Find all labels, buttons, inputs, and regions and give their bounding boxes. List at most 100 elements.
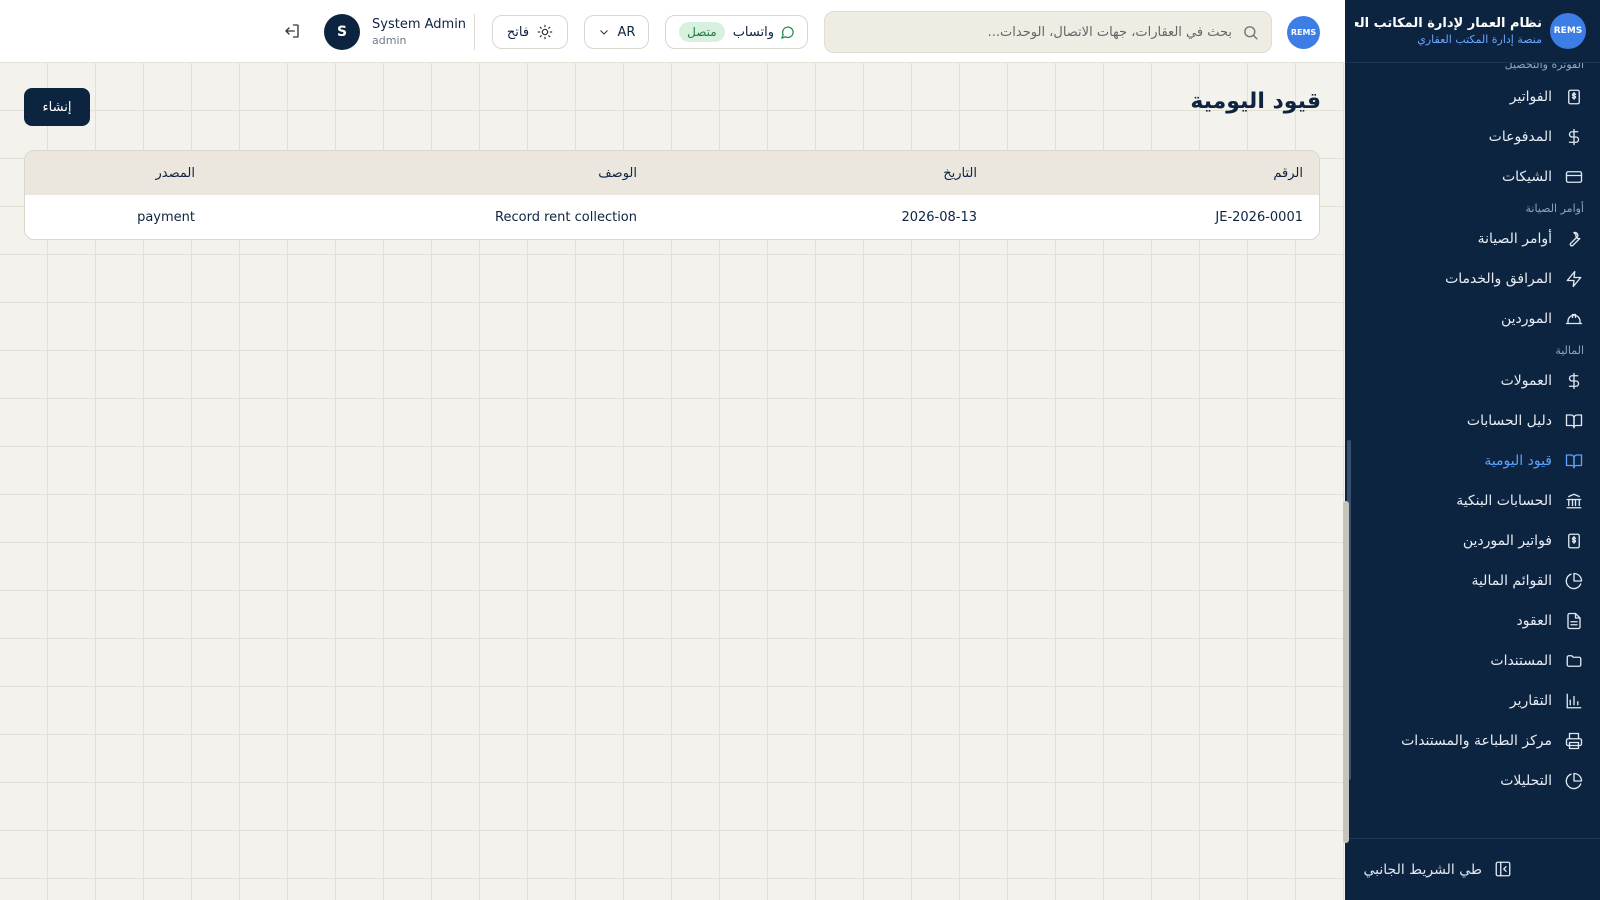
document-icon: [1564, 611, 1584, 631]
collapse-sidebar-button[interactable]: طي الشريط الجانبي: [1345, 838, 1600, 900]
table-header-row: الرقم التاريخ الوصف المصدر: [25, 151, 1319, 195]
sidebar-item[interactable]: الموردين: [1345, 299, 1600, 339]
sidebar-item[interactable]: دليل الحسابات: [1345, 401, 1600, 441]
sun-icon: [537, 24, 553, 40]
whatsapp-status-badge: متصل: [679, 22, 725, 42]
sidebar-item-label: القوائم المالية: [1471, 573, 1552, 589]
brand-logo: REMS: [1550, 13, 1586, 49]
sidebar-section-label: الفوترة والتحصيل: [1504, 63, 1584, 71]
sidebar-item-label: العمولات: [1500, 373, 1552, 389]
sidebar-item-label: مركز الطباعة والمستندات: [1401, 733, 1552, 749]
create-button[interactable]: إنشاء: [24, 88, 90, 126]
journal-entries-table: الرقم التاريخ الوصف المصدر JE-2026-0001 …: [24, 150, 1320, 240]
sidebar-item[interactable]: الفواتير: [1345, 77, 1600, 117]
column-header-description[interactable]: الوصف: [211, 151, 653, 195]
theme-label: فاتح: [506, 24, 530, 40]
column-header-date[interactable]: التاريخ: [653, 151, 993, 195]
main-content: قيود اليومية إنشاء الرقم التاريخ الوصف ا…: [0, 63, 1349, 900]
card-icon: [1564, 167, 1584, 187]
sidebar-item-label: المدفوعات: [1488, 129, 1552, 145]
piechart-icon: [1564, 771, 1584, 791]
app-logo[interactable]: REMS: [1287, 16, 1320, 49]
topbar-divider: [474, 14, 475, 50]
chevron-down-icon: [599, 30, 608, 35]
printer-icon: [1564, 731, 1584, 751]
whatsapp-status-button[interactable]: واتساب متصل: [665, 15, 808, 49]
sidebar-section-label: أوامر الصيانة: [1525, 202, 1584, 215]
user-role: admin: [372, 34, 407, 47]
sidebar-item-label: الشيكات: [1501, 169, 1552, 185]
table-row[interactable]: JE-2026-0001 2026-08-13 Record rent coll…: [25, 195, 1319, 239]
sidebar-item[interactable]: أوامر الصيانة: [1345, 219, 1600, 259]
wrench-icon: [1564, 229, 1584, 249]
logout-button[interactable]: [283, 22, 303, 42]
sidebar-item-label: الحسابات البنكية: [1456, 493, 1552, 509]
whatsapp-icon: [781, 26, 794, 39]
sidebar-item-label: العقود: [1516, 613, 1552, 629]
search-input[interactable]: [852, 24, 1232, 40]
dollar-icon: [1564, 127, 1584, 147]
search-bar[interactable]: [824, 11, 1272, 53]
cell-source: payment: [137, 209, 195, 225]
topbar: REMS واتساب متصل AR فاتح S System Admin …: [0, 0, 1345, 63]
sidebar-item-label: الفواتير: [1509, 89, 1552, 105]
folder-icon: [1564, 651, 1584, 671]
sidebar-item-label: فواتير الموردين: [1462, 533, 1552, 549]
cell-date: 2026-08-13: [901, 209, 977, 225]
sidebar-item[interactable]: المدفوعات: [1345, 117, 1600, 157]
dollar-icon: [1564, 371, 1584, 391]
collapse-sidebar-label: طي الشريط الجانبي: [1363, 861, 1482, 878]
invoice-icon: [1564, 87, 1584, 107]
sidebar-item-label: الموردين: [1500, 311, 1552, 327]
sidebar-item-label: التقارير: [1509, 693, 1552, 709]
hardhat-icon: [1564, 309, 1584, 329]
main-scrollbar[interactable]: [1343, 501, 1349, 843]
sidebar-item[interactable]: التحليلات: [1345, 761, 1600, 801]
brand-title: نظام العمار لإدارة المكاتب العقارية: [1355, 16, 1542, 31]
sidebar-item[interactable]: المرافق والخدمات: [1345, 259, 1600, 299]
sidebar: REMS نظام العمار لإدارة المكاتب العقارية…: [1345, 0, 1600, 900]
brand: REMS نظام العمار لإدارة المكاتب العقارية…: [1345, 0, 1600, 63]
sidebar-item-label: دليل الحسابات: [1466, 413, 1552, 429]
book-icon: [1564, 411, 1584, 431]
language-selector[interactable]: AR: [584, 15, 649, 49]
logout-icon: [285, 24, 299, 38]
collapse-icon: [1492, 860, 1512, 880]
cell-description: Record rent collection: [495, 209, 637, 225]
barchart-icon: [1564, 691, 1584, 711]
sidebar-item[interactable]: التقارير: [1345, 681, 1600, 721]
sidebar-section-label: المالية: [1555, 344, 1584, 357]
whatsapp-label: واتساب: [732, 24, 774, 40]
column-header-source[interactable]: المصدر: [25, 151, 211, 195]
column-header-number[interactable]: الرقم: [993, 151, 1319, 195]
sidebar-item-label: أوامر الصيانة: [1477, 231, 1552, 247]
sidebar-item[interactable]: الشيكات: [1345, 157, 1600, 197]
sidebar-item[interactable]: قيود اليومية: [1345, 441, 1600, 481]
sidebar-item-label: المستندات: [1490, 653, 1552, 669]
sidebar-item[interactable]: العمولات: [1345, 361, 1600, 401]
search-icon: [1244, 25, 1258, 40]
theme-toggle[interactable]: فاتح: [492, 15, 568, 49]
sidebar-item[interactable]: الحسابات البنكية: [1345, 481, 1600, 521]
user-menu[interactable]: S System Admin admin: [324, 14, 466, 50]
piechart-icon: [1564, 571, 1584, 591]
sidebar-item[interactable]: مركز الطباعة والمستندات: [1345, 721, 1600, 761]
page-title: قيود اليومية: [1190, 89, 1321, 114]
sidebar-nav: الفوترة والتحصيل الفواتير المدفوعات الشيكات…: [1345, 63, 1600, 838]
brand-subtitle: منصة إدارة المكتب العقاري: [1417, 33, 1542, 46]
sidebar-item[interactable]: فواتير الموردين: [1345, 521, 1600, 561]
sidebar-item[interactable]: القوائم المالية: [1345, 561, 1600, 601]
sidebar-item-label: المرافق والخدمات: [1445, 271, 1552, 287]
sidebar-item-label: قيود اليومية: [1484, 453, 1552, 469]
sidebar-item-label: التحليلات: [1500, 773, 1552, 789]
bank-icon: [1564, 491, 1584, 511]
user-name: System Admin: [372, 17, 467, 32]
language-value: AR: [617, 24, 636, 40]
invoice-icon: [1564, 531, 1584, 551]
sidebar-item[interactable]: العقود: [1345, 601, 1600, 641]
book-icon: [1564, 451, 1584, 471]
lightning-icon: [1564, 269, 1584, 289]
sidebar-item[interactable]: المستندات: [1345, 641, 1600, 681]
avatar: S: [324, 14, 360, 50]
cell-number: JE-2026-0001: [1215, 209, 1303, 225]
